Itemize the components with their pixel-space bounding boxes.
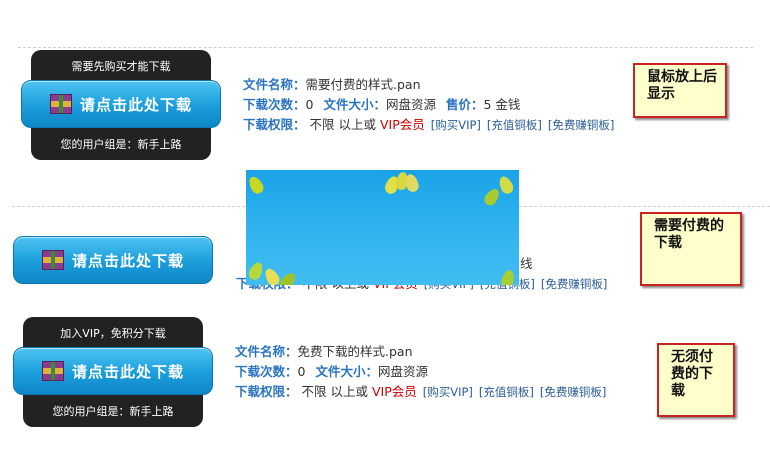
- annotation-note: 无须付费的下载: [657, 343, 735, 417]
- size-label: 文件大小：: [323, 97, 386, 112]
- leaf-icon: [496, 174, 516, 196]
- annotation-text: 鼠标放上后显示: [647, 69, 717, 102]
- vip-member-link[interactable]: VIP会员: [380, 117, 425, 132]
- file-info: 文件名称：免费下载的样式.pan 下载次数：0 文件大小：网盘资源 下载权限： …: [235, 342, 606, 402]
- size-label: 文件大小：: [315, 364, 378, 379]
- permission-value: 不限 以上或: [309, 117, 376, 132]
- permission-label: 下载权限：: [235, 384, 298, 399]
- download-button[interactable]: 请点击此处下载: [13, 347, 213, 395]
- recharge-link[interactable]: [充值铜板]: [487, 118, 542, 132]
- buy-vip-link[interactable]: [购买VIP]: [423, 385, 473, 399]
- partial-text: 线: [520, 256, 533, 271]
- winrar-archive-icon: [41, 361, 64, 381]
- vip-promo-text: 加入VIP，免积分下载: [60, 327, 166, 340]
- downloads-label: 下载次数：: [235, 364, 298, 379]
- earn-free-link[interactable]: [免费赚铜板]: [548, 118, 614, 132]
- annotation-note: 需要付费的下载: [640, 212, 742, 286]
- download-button[interactable]: 请点击此处下载: [13, 236, 213, 284]
- user-group-text: 您的用户组是：新手上路: [60, 138, 182, 151]
- downloads-label: 下载次数：: [243, 97, 306, 112]
- annotation-note: 鼠标放上后显示: [633, 63, 727, 118]
- price-value: 5 金钱: [483, 97, 521, 112]
- file-info: 文件名称：需要付费的样式.pan 下载次数：0 文件大小：网盘资源 售价：5 金…: [243, 75, 614, 135]
- leaf-icon: [277, 270, 299, 285]
- permission-label: 下载权限：: [243, 117, 306, 132]
- winrar-archive-icon: [49, 94, 72, 114]
- download-button-label: 请点击此处下载: [79, 95, 192, 114]
- size-value: 网盘资源: [377, 364, 428, 379]
- winrar-archive-icon: [41, 250, 64, 270]
- user-group-text: 您的用户组是：新手上路: [52, 405, 174, 418]
- popup-overlay-image: [246, 170, 519, 285]
- leaf-icon: [246, 260, 266, 282]
- filename-value: 需要付费的样式.pan: [305, 77, 421, 92]
- downloads-value: 0: [305, 97, 314, 112]
- download-button-label: 请点击此处下载: [71, 362, 184, 381]
- section-divider: [12, 206, 250, 207]
- section-divider: [519, 206, 770, 207]
- download-button[interactable]: 请点击此处下载: [21, 80, 221, 128]
- leaf-icon: [499, 268, 517, 285]
- purchase-required-text: 需要先购买才能下载: [71, 60, 171, 73]
- recharge-link[interactable]: [充值铜板]: [479, 385, 534, 399]
- filename-label: 文件名称：: [243, 77, 306, 92]
- download-button-label: 请点击此处下载: [71, 251, 184, 270]
- section-divider: [18, 47, 753, 48]
- annotation-text: 无须付费的下载: [671, 349, 713, 399]
- filename-label: 文件名称：: [235, 344, 298, 359]
- earn-free-link[interactable]: [免费赚铜板]: [541, 277, 607, 291]
- price-label: 售价：: [445, 97, 484, 112]
- earn-free-link[interactable]: [免费赚铜板]: [540, 385, 606, 399]
- vip-member-link[interactable]: VIP会员: [372, 384, 417, 399]
- filename-value: 免费下载的样式.pan: [297, 344, 413, 359]
- leaf-icon: [403, 172, 421, 194]
- leaf-icon: [246, 174, 266, 196]
- downloads-value: 0: [297, 364, 306, 379]
- permission-value: 不限 以上或: [301, 384, 368, 399]
- buy-vip-link[interactable]: [购买VIP]: [431, 118, 481, 132]
- annotation-text: 需要付费的下载: [654, 218, 724, 251]
- size-value: 网盘资源: [385, 97, 436, 112]
- leaf-icon: [481, 186, 503, 208]
